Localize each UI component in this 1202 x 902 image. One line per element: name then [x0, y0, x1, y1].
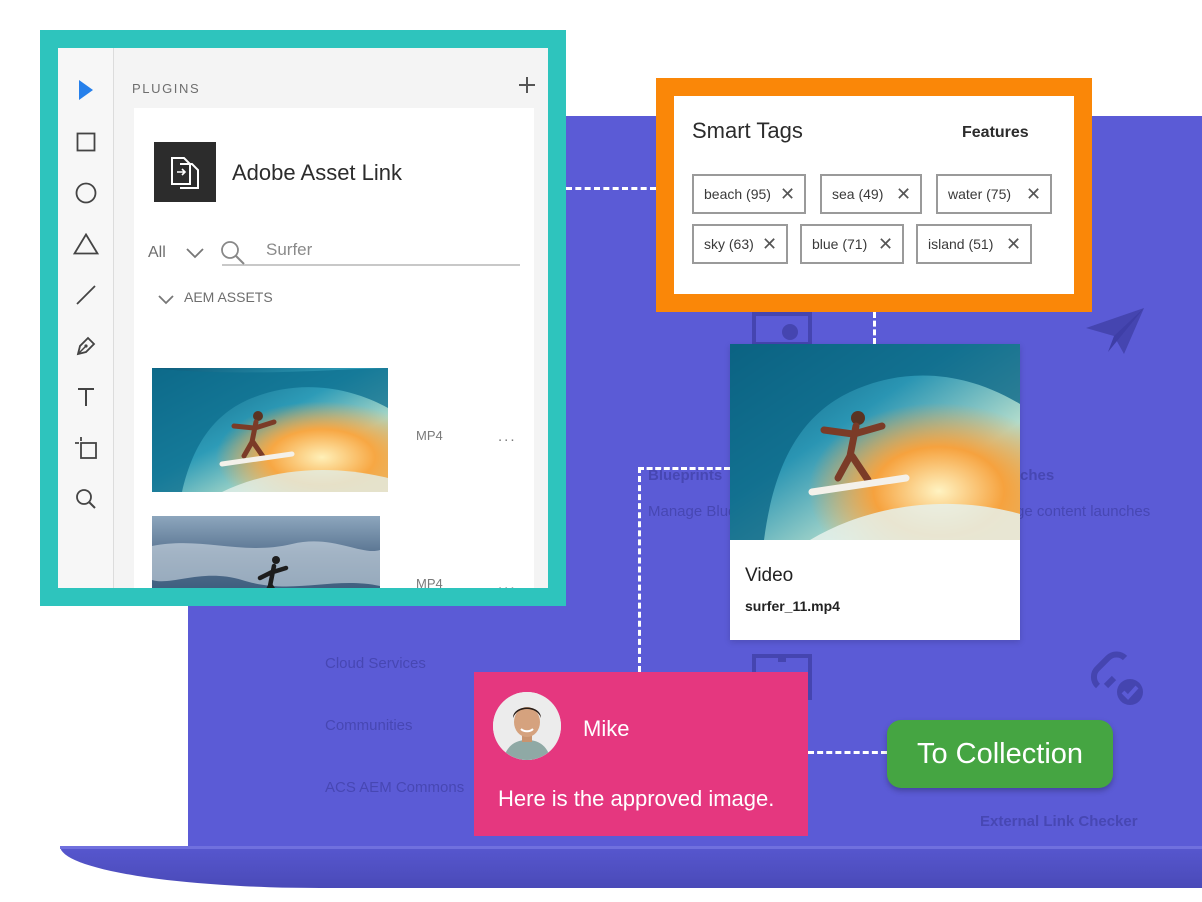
features-tab[interactable]: Features	[962, 124, 1029, 142]
surfer-sea-thumbnail	[152, 516, 380, 588]
connector-plugins-tags	[566, 187, 656, 190]
tool-sidebar	[58, 48, 114, 588]
triangle-icon[interactable]	[72, 230, 100, 258]
tag-label: island (51)	[928, 236, 994, 252]
remove-tag-icon[interactable]: ✕	[1026, 185, 1041, 203]
more-options-icon[interactable]: ...	[498, 576, 517, 588]
tag-label: sea (49)	[832, 186, 884, 202]
chevron-down-icon[interactable]	[186, 246, 204, 264]
to-collection-button[interactable]: To Collection	[887, 720, 1113, 788]
remove-tag-icon[interactable]: ✕	[780, 185, 795, 203]
connector-comment-collection	[808, 751, 887, 754]
bg-communities: Communities	[325, 717, 413, 734]
bg-launches-desc: ge content launches	[1016, 503, 1151, 520]
bg-acs-aem-commons: ACS AEM Commons	[325, 779, 465, 796]
filter-select[interactable]: All	[148, 244, 166, 262]
tag-label: sky (63)	[704, 236, 754, 252]
smart-tags-title: Smart Tags	[692, 118, 803, 143]
bg-cloud-services: Cloud Services	[325, 655, 426, 672]
paper-plane-icon	[1084, 306, 1146, 361]
tag-chip[interactable]: beach (95) ✕	[692, 174, 806, 214]
search-icon	[220, 240, 246, 271]
tag-label: blue (71)	[812, 236, 868, 252]
plugin-name: Adobe Asset Link	[232, 160, 403, 185]
remove-tag-icon[interactable]: ✕	[762, 235, 777, 253]
zoom-icon[interactable]	[72, 485, 100, 513]
asset-link-card: Adobe Asset Link All AEM ASSETS	[134, 108, 534, 588]
remove-tag-icon[interactable]: ✕	[878, 235, 893, 253]
bg-launches-title: ches	[1020, 467, 1055, 484]
asset-link-logo	[154, 142, 216, 202]
remove-tag-icon[interactable]: ✕	[1006, 235, 1021, 253]
asset-list-item[interactable]: MP4 ...	[152, 368, 522, 496]
connector-tags-video	[873, 312, 876, 344]
artboard-icon[interactable]	[72, 434, 100, 462]
ellipse-icon[interactable]	[72, 179, 100, 207]
connector-video-comment-h	[638, 467, 730, 470]
video-thumbnail	[730, 344, 1020, 540]
surfer-wave-thumbnail	[152, 368, 388, 492]
bg-blueprints-desc: Manage Blue	[648, 503, 737, 520]
tag-chip[interactable]: water (75) ✕	[936, 174, 1052, 214]
tag-chip[interactable]: blue (71) ✕	[800, 224, 904, 264]
text-icon[interactable]	[72, 383, 100, 411]
tag-label: water (75)	[948, 186, 1012, 202]
plus-icon[interactable]	[516, 76, 538, 98]
tag-chip[interactable]: island (51) ✕	[916, 224, 1032, 264]
video-filename: surfer_11.mp4	[745, 598, 840, 614]
video-type-label: Video	[745, 565, 794, 586]
comment-text: Here is the approved image.	[498, 786, 775, 811]
avatar	[493, 692, 561, 760]
aem-assets-section: AEM ASSETS	[184, 289, 273, 305]
asset-type: MP4	[416, 428, 443, 443]
tag-chip[interactable]: sky (63) ✕	[692, 224, 788, 264]
plugins-panel: PLUGINS Adobe Asset Link All AEM ASSETS	[58, 48, 548, 588]
rectangle-icon[interactable]	[72, 128, 100, 156]
smart-tags-panel: Smart Tags Features beach (95) ✕ sea (49…	[674, 96, 1074, 294]
tag-chip[interactable]: sea (49) ✕	[820, 174, 922, 214]
video-asset-card[interactable]: Video surfer_11.mp4	[730, 344, 1020, 640]
comment-bubble: Mike Here is the approved image.	[474, 672, 808, 836]
asset-type: MP4	[416, 576, 443, 588]
pen-icon[interactable]	[72, 332, 100, 360]
asset-list-item[interactable]: MP4 ...	[152, 516, 522, 588]
laptop-base-edge	[60, 846, 1202, 849]
bg-external-link-checker: External Link Checker	[980, 813, 1138, 830]
line-icon[interactable]	[72, 281, 100, 309]
more-options-icon[interactable]: ...	[498, 428, 517, 445]
remove-tag-icon[interactable]: ✕	[896, 185, 911, 203]
section-collapse-icon[interactable]	[158, 292, 174, 310]
smart-tags-frame: Smart Tags Features beach (95) ✕ sea (49…	[656, 78, 1092, 312]
comment-author: Mike	[583, 716, 630, 741]
plugins-title: PLUGINS	[132, 81, 201, 96]
search-input[interactable]	[222, 236, 520, 266]
link-check-icon	[1086, 648, 1150, 713]
connector-video-comment-v	[638, 467, 641, 672]
laptop-base	[60, 846, 1202, 888]
tag-label: beach (95)	[704, 186, 771, 202]
select-arrow-icon[interactable]	[72, 76, 100, 104]
plugins-panel-frame: PLUGINS Adobe Asset Link All AEM ASSETS	[40, 30, 566, 606]
